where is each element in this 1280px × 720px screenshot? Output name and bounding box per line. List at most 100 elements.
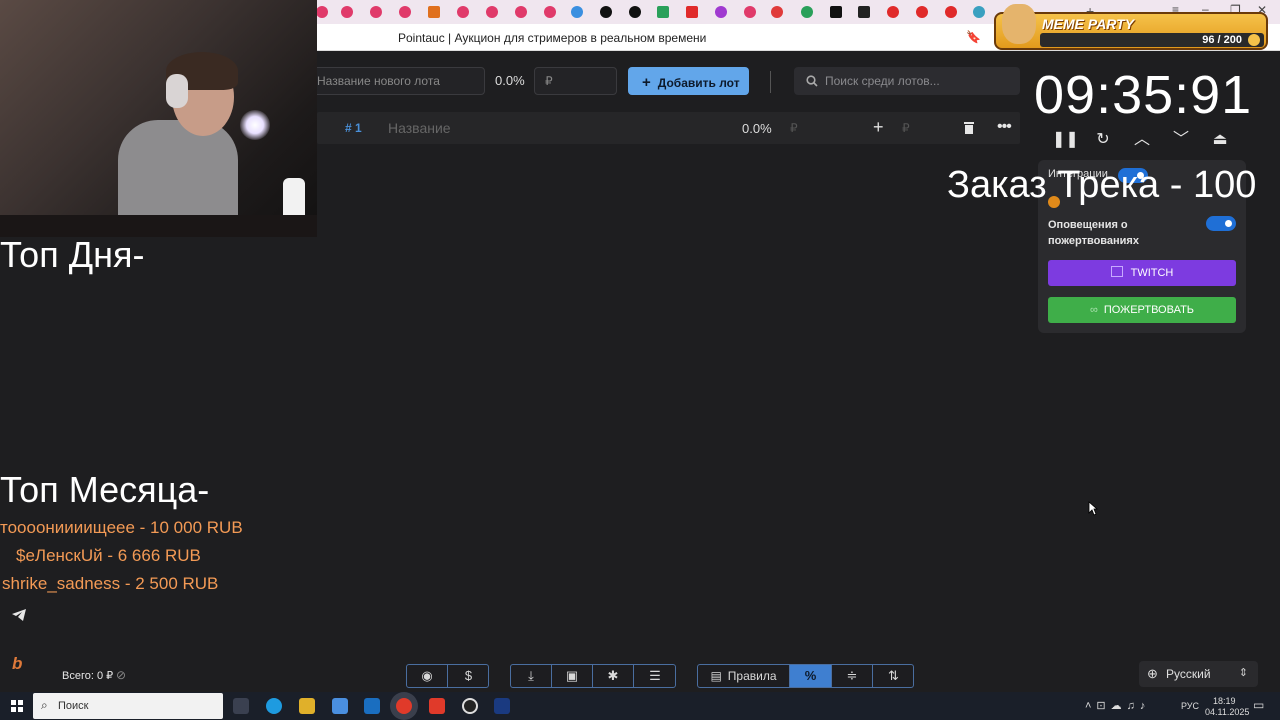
tab-icon[interactable]: [801, 6, 813, 18]
tab-icon[interactable]: [916, 6, 928, 18]
tab-icon[interactable]: [744, 6, 756, 18]
meme-party-title: MEME PARTY: [1042, 16, 1135, 32]
obs-icon[interactable]: [462, 698, 478, 714]
explorer-icon[interactable]: [299, 698, 315, 714]
lot-amount-currency: ₽: [790, 121, 798, 135]
tab-icon[interactable]: [973, 6, 985, 18]
app-icon[interactable]: [494, 698, 510, 714]
windows-taskbar: ⌕ Поиск ˄⊡☁♫♪ РУС 18:19 04.11.2025 ▭: [0, 692, 1280, 720]
tab-icon[interactable]: [858, 6, 870, 18]
add-amount-icon[interactable]: +: [873, 117, 884, 138]
taskbar-search-label: Поиск: [58, 700, 89, 712]
tab-icon[interactable]: [316, 6, 328, 18]
search-placeholder: Поиск среди лотов...: [825, 74, 940, 88]
meme-progress: 96 / 200: [1040, 33, 1264, 47]
tab-icon[interactable]: [571, 6, 583, 18]
telegram-icon[interactable]: [11, 608, 27, 622]
tab-icon[interactable]: [486, 6, 498, 18]
tab-icon[interactable]: [945, 6, 957, 18]
chevron-up-icon[interactable]: ︿: [1130, 128, 1154, 152]
tab-icon-active[interactable]: [771, 6, 783, 18]
lot-percent: 0.0%: [742, 121, 772, 136]
tab-icon[interactable]: [370, 6, 382, 18]
donor-entry: shrike_sadness - 2 500 RUB: [2, 574, 219, 593]
view-group: ▤ Правила % ≑ ⇅: [697, 664, 914, 688]
dollar-icon[interactable]: $: [448, 665, 488, 687]
tab-icon[interactable]: [544, 6, 556, 18]
store-icon[interactable]: [332, 698, 348, 714]
yandex-browser-icon[interactable]: [396, 698, 412, 714]
tab-icon[interactable]: [686, 6, 698, 18]
donor-entry: $еЛенскUй - 6 666 RUB: [16, 546, 201, 565]
delete-icon[interactable]: [963, 121, 975, 135]
twitch-label: TWITCH: [1130, 267, 1174, 279]
yandex-icon[interactable]: [429, 698, 445, 714]
tab-icon[interactable]: [457, 6, 469, 18]
tray-icons: ˄⊡☁♫♪: [1085, 700, 1151, 712]
lot-add-currency: ₽: [902, 121, 910, 135]
tab-icon[interactable]: [399, 6, 411, 18]
percent-toggle[interactable]: %: [790, 665, 832, 687]
sort-icon[interactable]: ⇅: [873, 665, 913, 687]
donation-alerts-label: Оповещения о пожертвованиях: [1048, 219, 1139, 247]
notifications-icon[interactable]: ▭: [1253, 698, 1264, 712]
new-lot-input[interactable]: Название нового лота: [300, 67, 485, 95]
tab-icon[interactable]: [341, 6, 353, 18]
globe-icon: ⊕: [1147, 666, 1158, 681]
lot-row: # 1 Название 0.0% ₽ + ₽ •••: [317, 112, 1020, 144]
lot-search-input[interactable]: Поиск среди лотов...: [794, 67, 1020, 95]
donate-button[interactable]: ∞ ПОЖЕРТВОВАТЬ: [1048, 297, 1236, 323]
tab-icon[interactable]: [428, 6, 440, 18]
toolbar-divider: [770, 71, 771, 93]
chevron-down-icon[interactable]: ﹀: [1169, 128, 1193, 152]
meme-counter: 96 / 200: [1202, 34, 1242, 46]
plus-icon: +: [642, 74, 651, 91]
links-group: ◉ $: [406, 664, 489, 688]
github-icon[interactable]: ◉: [407, 665, 448, 687]
twitch-button[interactable]: TWITCH: [1048, 260, 1236, 286]
double-up-icon[interactable]: ⏏: [1208, 128, 1232, 152]
clear-list-icon[interactable]: ☰: [634, 665, 675, 687]
add-lot-button[interactable]: + Добавить лот: [628, 67, 749, 95]
total-amount: Всего: 0 ₽: [62, 670, 114, 682]
tab-icon[interactable]: [830, 6, 842, 18]
doge-avatar: [1002, 4, 1036, 44]
compact-view-icon[interactable]: ≑: [832, 665, 873, 687]
keyboard-language[interactable]: РУС: [1181, 701, 1199, 711]
new-lot-amount-input[interactable]: ₽: [534, 67, 617, 95]
webcam-feed: [0, 0, 317, 237]
tab-icon[interactable]: [887, 6, 899, 18]
tab-icon[interactable]: [715, 6, 727, 18]
clock-time[interactable]: 18:19: [1213, 696, 1236, 706]
taskbar-search[interactable]: ⌕ Поиск: [33, 693, 223, 719]
track-order-overlay: Заказ Трека - 100: [947, 164, 1257, 206]
task-view-icon[interactable]: [233, 698, 249, 714]
download-icon[interactable]: ⤓: [511, 665, 552, 687]
tab-icon[interactable]: [600, 6, 612, 18]
hide-total-icon[interactable]: ⊘: [116, 668, 126, 682]
tab-icon[interactable]: [657, 6, 669, 18]
language-select[interactable]: ⊕ Русский ⇕: [1139, 661, 1258, 687]
clock-date[interactable]: 04.11.2025: [1205, 707, 1249, 717]
select-arrows-icon: ⇕: [1238, 667, 1248, 679]
bug-icon[interactable]: ✱: [593, 665, 634, 687]
boosty-icon[interactable]: b: [12, 654, 22, 674]
lot-name-input[interactable]: Название: [388, 120, 451, 136]
file-group: ⤓ ▣ ✱ ☰: [510, 664, 676, 688]
tab-icon[interactable]: [515, 6, 527, 18]
windows-start-icon[interactable]: [11, 700, 23, 712]
donation-alerts-toggle[interactable]: [1206, 216, 1236, 231]
more-icon[interactable]: •••: [997, 118, 1012, 136]
currency-symbol: ₽: [545, 74, 553, 88]
pause-icon[interactable]: ❚❚: [1052, 128, 1079, 152]
meme-party-widget: MEME PARTY 96 / 200: [994, 4, 1268, 50]
bookmark-icon[interactable]: 🔖: [966, 30, 981, 44]
save-icon[interactable]: ▣: [552, 665, 593, 687]
outlook-icon[interactable]: [364, 698, 380, 714]
rules-button[interactable]: ▤ Правила: [698, 665, 790, 687]
donate-label: ПОЖЕРТВОВАТЬ: [1103, 304, 1195, 316]
auction-timer: 09:35:91: [1034, 65, 1253, 125]
tab-icon[interactable]: [629, 6, 641, 18]
edge-icon[interactable]: [266, 698, 282, 714]
reset-icon[interactable]: ↻: [1091, 128, 1115, 152]
